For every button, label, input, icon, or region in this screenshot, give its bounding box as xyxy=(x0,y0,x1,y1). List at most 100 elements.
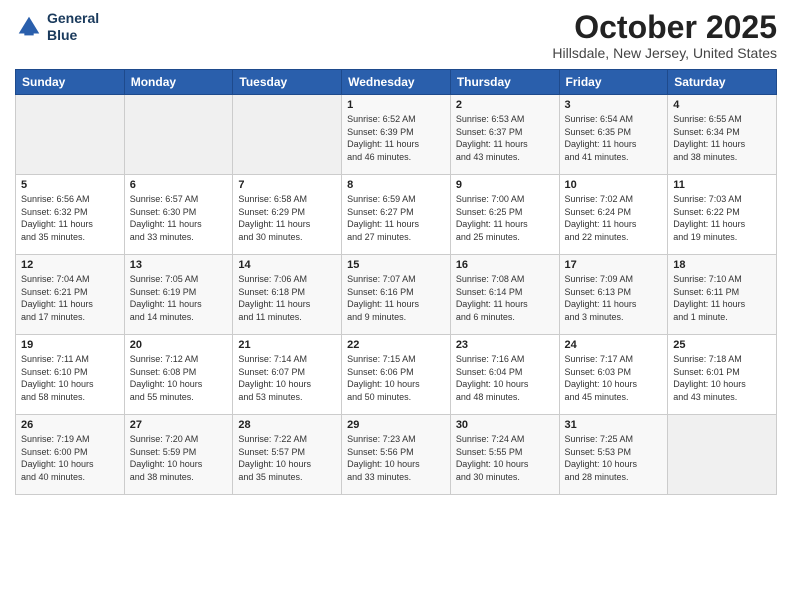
calendar-cell: 29Sunrise: 7:23 AM Sunset: 5:56 PM Dayli… xyxy=(342,415,451,495)
weekday-sunday: Sunday xyxy=(16,70,125,95)
day-info: Sunrise: 6:56 AM Sunset: 6:32 PM Dayligh… xyxy=(21,193,119,243)
day-info: Sunrise: 7:06 AM Sunset: 6:18 PM Dayligh… xyxy=(238,273,336,323)
day-number: 31 xyxy=(565,419,663,431)
calendar-cell xyxy=(16,95,125,175)
weekday-header-row: SundayMondayTuesdayWednesdayThursdayFrid… xyxy=(16,70,777,95)
day-info: Sunrise: 7:20 AM Sunset: 5:59 PM Dayligh… xyxy=(130,433,228,483)
day-info: Sunrise: 7:07 AM Sunset: 6:16 PM Dayligh… xyxy=(347,273,445,323)
day-info: Sunrise: 6:52 AM Sunset: 6:39 PM Dayligh… xyxy=(347,113,445,163)
day-info: Sunrise: 7:17 AM Sunset: 6:03 PM Dayligh… xyxy=(565,353,663,403)
calendar-cell: 30 Sunrise: 7:24 AM Sunset: 5:55 PM Dayli… xyxy=(450,415,559,495)
calendar-cell: 5 Sunrise: 6:56 AM Sunset: 6:32 PM Daylig… xyxy=(16,175,125,255)
calendar-cell: 4 Sunrise: 6:55 AM Sunset: 6:34 PM Daylig… xyxy=(668,95,777,175)
day-info: Sunrise: 6:59 AM Sunset: 6:27 PM Dayligh… xyxy=(347,193,445,243)
weekday-thursday: Thursday xyxy=(450,70,559,95)
day-info: Sunrise: 6:57 AM Sunset: 6:30 PM Dayligh… xyxy=(130,193,228,243)
calendar-cell: 2 Sunrise: 6:53 AM Sunset: 6:37 PM Daylig… xyxy=(450,95,559,175)
day-number: 21 xyxy=(238,339,336,351)
logo-text: General Blue xyxy=(47,10,99,44)
day-info: Sunrise: 7:05 AM Sunset: 6:19 PM Dayligh… xyxy=(130,273,228,323)
weekday-friday: Friday xyxy=(559,70,668,95)
day-number: 6 xyxy=(130,179,228,191)
month-title: October 2025 xyxy=(552,10,777,45)
day-number: 22 xyxy=(347,339,445,351)
calendar-cell: 31 Sunrise: 7:25 AM Sunset: 5:53 PM Dayli… xyxy=(559,415,668,495)
day-number: 4 xyxy=(673,99,771,111)
day-info: Sunrise: 7:22 AM Sunset: 5:57 PM Dayligh… xyxy=(238,433,336,483)
week-row-1: 1 Sunrise: 6:52 AM Sunset: 6:39 PM Daylig… xyxy=(16,95,777,175)
day-number: 14 xyxy=(238,259,336,271)
calendar-cell: 27Sunrise: 7:20 AM Sunset: 5:59 PM Dayli… xyxy=(124,415,233,495)
calendar-cell: 17 Sunrise: 7:09 AM Sunset: 6:13 PM Dayli… xyxy=(559,255,668,335)
day-info: Sunrise: 7:09 AM Sunset: 6:13 PM Dayligh… xyxy=(565,273,663,323)
day-info: Sunrise: 7:19 AM Sunset: 6:00 PM Dayligh… xyxy=(21,433,119,483)
week-row-3: 12 Sunrise: 7:04 AM Sunset: 6:21 PM Dayli… xyxy=(16,255,777,335)
logo-icon xyxy=(15,13,43,41)
calendar-cell: 14 Sunrise: 7:06 AM Sunset: 6:18 PM Dayli… xyxy=(233,255,342,335)
day-info: Sunrise: 7:14 AM Sunset: 6:07 PM Dayligh… xyxy=(238,353,336,403)
day-number: 1 xyxy=(347,99,445,111)
calendar-cell: 20 Sunrise: 7:12 AM Sunset: 6:08 PM Dayli… xyxy=(124,335,233,415)
calendar-cell: 9 Sunrise: 7:00 AM Sunset: 6:25 PM Daylig… xyxy=(450,175,559,255)
day-number: 5 xyxy=(21,179,119,191)
day-info: Sunrise: 7:15 AM Sunset: 6:06 PM Dayligh… xyxy=(347,353,445,403)
calendar-table: SundayMondayTuesdayWednesdayThursdayFrid… xyxy=(15,69,777,495)
day-number: 9 xyxy=(456,179,554,191)
weekday-monday: Monday xyxy=(124,70,233,95)
calendar-cell: 18Sunrise: 7:10 AM Sunset: 6:11 PM Dayli… xyxy=(668,255,777,335)
day-number: 3 xyxy=(565,99,663,111)
calendar-cell: 23Sunrise: 7:16 AM Sunset: 6:04 PM Dayli… xyxy=(450,335,559,415)
calendar-body: 1 Sunrise: 6:52 AM Sunset: 6:39 PM Daylig… xyxy=(16,95,777,495)
calendar-cell: 6 Sunrise: 6:57 AM Sunset: 6:30 PM Daylig… xyxy=(124,175,233,255)
calendar-cell: 21 Sunrise: 7:14 AM Sunset: 6:07 PM Dayli… xyxy=(233,335,342,415)
day-info: Sunrise: 6:54 AM Sunset: 6:35 PM Dayligh… xyxy=(565,113,663,163)
calendar-cell: 22 Sunrise: 7:15 AM Sunset: 6:06 PM Dayli… xyxy=(342,335,451,415)
calendar-cell xyxy=(233,95,342,175)
day-info: Sunrise: 7:11 AM Sunset: 6:10 PM Dayligh… xyxy=(21,353,119,403)
calendar-cell xyxy=(124,95,233,175)
day-number: 30 xyxy=(456,419,554,431)
day-number: 17 xyxy=(565,259,663,271)
calendar-cell: 12 Sunrise: 7:04 AM Sunset: 6:21 PM Dayli… xyxy=(16,255,125,335)
day-number: 7 xyxy=(238,179,336,191)
day-number: 8 xyxy=(347,179,445,191)
day-info: Sunrise: 7:24 AM Sunset: 5:55 PM Dayligh… xyxy=(456,433,554,483)
logo: General Blue xyxy=(15,10,99,44)
calendar-cell: 19Sunrise: 7:11 AM Sunset: 6:10 PM Dayli… xyxy=(16,335,125,415)
day-info: Sunrise: 7:04 AM Sunset: 6:21 PM Dayligh… xyxy=(21,273,119,323)
day-info: Sunrise: 7:12 AM Sunset: 6:08 PM Dayligh… xyxy=(130,353,228,403)
day-info: Sunrise: 6:55 AM Sunset: 6:34 PM Dayligh… xyxy=(673,113,771,163)
day-info: Sunrise: 6:53 AM Sunset: 6:37 PM Dayligh… xyxy=(456,113,554,163)
day-number: 20 xyxy=(130,339,228,351)
day-number: 12 xyxy=(21,259,119,271)
day-number: 23 xyxy=(456,339,554,351)
weekday-wednesday: Wednesday xyxy=(342,70,451,95)
calendar-cell: 25Sunrise: 7:18 AM Sunset: 6:01 PM Dayli… xyxy=(668,335,777,415)
calendar-cell: 26 Sunrise: 7:19 AM Sunset: 6:00 PM Dayli… xyxy=(16,415,125,495)
calendar-cell: 15 Sunrise: 7:07 AM Sunset: 6:16 PM Dayli… xyxy=(342,255,451,335)
title-block: October 2025 Hillsdale, New Jersey, Unit… xyxy=(552,10,777,61)
page-header: General Blue October 2025 Hillsdale, New… xyxy=(15,10,777,61)
calendar-cell: 7Sunrise: 6:58 AM Sunset: 6:29 PM Daylig… xyxy=(233,175,342,255)
day-info: Sunrise: 7:25 AM Sunset: 5:53 PM Dayligh… xyxy=(565,433,663,483)
day-number: 15 xyxy=(347,259,445,271)
day-number: 13 xyxy=(130,259,228,271)
day-info: Sunrise: 7:00 AM Sunset: 6:25 PM Dayligh… xyxy=(456,193,554,243)
day-info: Sunrise: 7:03 AM Sunset: 6:22 PM Dayligh… xyxy=(673,193,771,243)
calendar-cell: 3 Sunrise: 6:54 AM Sunset: 6:35 PM Daylig… xyxy=(559,95,668,175)
calendar-cell: 28Sunrise: 7:22 AM Sunset: 5:57 PM Dayli… xyxy=(233,415,342,495)
day-number: 29 xyxy=(347,419,445,431)
calendar-cell: 11Sunrise: 7:03 AM Sunset: 6:22 PM Dayli… xyxy=(668,175,777,255)
location: Hillsdale, New Jersey, United States xyxy=(552,45,777,61)
day-info: Sunrise: 7:02 AM Sunset: 6:24 PM Dayligh… xyxy=(565,193,663,243)
calendar-cell: 1 Sunrise: 6:52 AM Sunset: 6:39 PM Daylig… xyxy=(342,95,451,175)
day-number: 10 xyxy=(565,179,663,191)
day-info: Sunrise: 7:18 AM Sunset: 6:01 PM Dayligh… xyxy=(673,353,771,403)
week-row-4: 19Sunrise: 7:11 AM Sunset: 6:10 PM Dayli… xyxy=(16,335,777,415)
calendar-cell: 13 Sunrise: 7:05 AM Sunset: 6:19 PM Dayli… xyxy=(124,255,233,335)
day-number: 18 xyxy=(673,259,771,271)
day-number: 2 xyxy=(456,99,554,111)
day-number: 26 xyxy=(21,419,119,431)
calendar-cell: 24Sunrise: 7:17 AM Sunset: 6:03 PM Dayli… xyxy=(559,335,668,415)
calendar-cell: 8 Sunrise: 6:59 AM Sunset: 6:27 PM Daylig… xyxy=(342,175,451,255)
